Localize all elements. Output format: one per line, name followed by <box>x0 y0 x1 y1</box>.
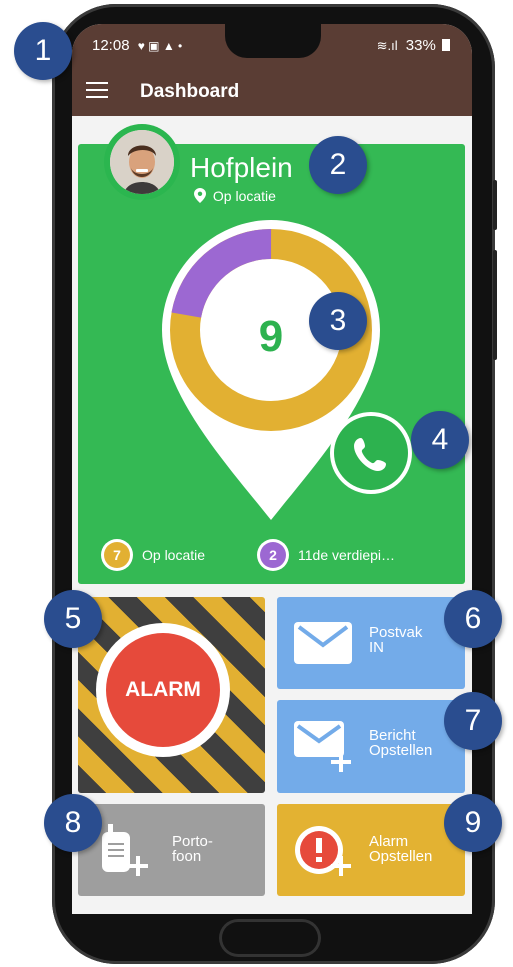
app-screen: 12:08 ♥ ▣ ▲ • ≋.ıl 33% Dashboard Hofplei… <box>72 24 472 914</box>
page-title: Dashboard <box>140 81 240 102</box>
compose-alarm-tile[interactable]: Alarm Opstellen <box>277 804 465 896</box>
location-card[interactable]: Hofplein Op locatie 9 7 Op locatie 2 11d… <box>78 124 465 584</box>
phone-icon <box>354 438 386 471</box>
alarm-tile[interactable]: ALARM <box>78 597 265 793</box>
callout-badge-2: 2 <box>309 136 367 194</box>
alarm-compose-label-line1: Alarm <box>369 833 409 850</box>
status-time: 12:08 <box>92 37 130 54</box>
walkie-label-line2: foon <box>172 848 202 865</box>
compose-envelope-icon <box>294 721 351 772</box>
hamburger-menu-icon[interactable] <box>86 82 108 100</box>
callout-badge-7: 7 <box>444 692 502 750</box>
alarm-compose-label-line2: Opstellen <box>369 848 433 865</box>
notification-icons: ♥ ▣ ▲ • <box>137 39 183 53</box>
battery-icon <box>442 39 450 51</box>
callout-badge-6: 6 <box>444 590 502 648</box>
legend-label: 11de verdiepi… <box>298 547 396 563</box>
location-pin-graphic <box>162 220 380 520</box>
envelope-icon <box>294 622 352 664</box>
callout-badge-1: 1 <box>14 22 72 80</box>
signal-icon: ≋.ıl <box>376 38 398 53</box>
legend-item-11de[interactable]: 2 11de verdiepi… <box>260 542 395 568</box>
callout-badge-5: 5 <box>44 590 102 648</box>
legend-count-badge: 2 <box>260 542 286 568</box>
alarm-exclamation-icon <box>295 826 351 876</box>
camera-notch <box>225 24 321 58</box>
callout-badge-8: 8 <box>44 794 102 852</box>
occupant-count: 9 <box>258 312 284 361</box>
inbox-label-line2: IN <box>369 639 384 656</box>
alarm-button[interactable]: ALARM <box>106 633 220 747</box>
call-button[interactable] <box>334 416 408 490</box>
callout-badge-3: 3 <box>309 292 367 350</box>
compose-label-line2: Opstellen <box>369 742 433 759</box>
callout-badge-4: 4 <box>411 411 469 469</box>
app-bar: Dashboard <box>72 68 472 116</box>
callout-badge-9: 9 <box>444 794 502 852</box>
legend-label: Op locatie <box>142 547 206 563</box>
walkie-label-line1: Porto- <box>172 833 213 850</box>
walkie-talkie-tile[interactable]: Porto- foon <box>78 804 265 896</box>
legend-count-badge: 7 <box>104 542 130 568</box>
power-button <box>493 180 497 230</box>
compose-message-tile[interactable]: Bericht Opstellen <box>277 700 465 793</box>
compose-label-line1: Bericht <box>369 727 416 744</box>
battery-level: 33% <box>405 37 436 54</box>
inbox-tile[interactable]: Postvak IN <box>277 597 465 689</box>
home-button[interactable] <box>222 922 318 954</box>
legend-item-op-locatie[interactable]: 7 Op locatie <box>104 542 205 568</box>
volume-button <box>493 250 497 360</box>
walkie-talkie-icon <box>102 824 148 876</box>
inbox-label-line1: Postvak <box>369 624 423 641</box>
